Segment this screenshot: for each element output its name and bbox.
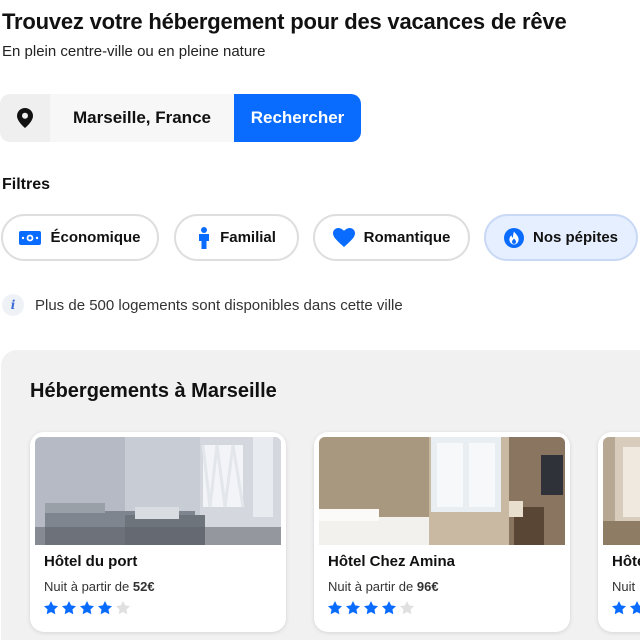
listing-name: Hôtel du port bbox=[44, 553, 138, 570]
filter-chip-label: Romantique bbox=[363, 229, 451, 246]
listing-name: Hôtel Chez Amina bbox=[328, 553, 455, 570]
star-filled-icon bbox=[630, 601, 640, 615]
info-icon: i bbox=[2, 294, 24, 316]
star-filled-icon bbox=[612, 601, 626, 615]
listing-photo bbox=[35, 437, 281, 545]
listing-photo bbox=[319, 437, 565, 545]
filter-chip-familial[interactable]: Familial bbox=[174, 214, 299, 261]
page-subtitle: En plein centre-ville ou en pleine natur… bbox=[2, 43, 266, 60]
filter-chip-nos-pepites[interactable]: Nos pépites bbox=[484, 214, 638, 261]
filter-chip-romantique[interactable]: Romantique bbox=[313, 214, 470, 261]
money-icon bbox=[19, 230, 42, 246]
listing-rating bbox=[611, 600, 640, 616]
person-icon bbox=[197, 226, 211, 249]
listing-name: Hôtel bbox=[612, 553, 640, 570]
star-filled-icon bbox=[328, 601, 342, 615]
listing-price: Nuit à partir de 52€ bbox=[44, 579, 155, 594]
star-filled-icon bbox=[364, 601, 378, 615]
listing-card-hotel-chez-amina[interactable]: Hôtel Chez Amina Nuit à partir de 96€ bbox=[314, 432, 570, 632]
listing-card-hotel-du-port[interactable]: Hôtel du port Nuit à partir de 52€ bbox=[30, 432, 286, 632]
star-filled-icon bbox=[80, 601, 94, 615]
star-filled-icon bbox=[382, 601, 396, 615]
star-empty-icon bbox=[116, 601, 130, 615]
filter-chip-economique[interactable]: Économique bbox=[1, 214, 159, 261]
location-pin-icon bbox=[0, 94, 50, 142]
listings-title: Hébergements à Marseille bbox=[30, 380, 277, 402]
listing-price: Nuit à partir de 96€ bbox=[328, 579, 439, 594]
listing-price-value: 52€ bbox=[132, 579, 155, 594]
star-filled-icon bbox=[62, 601, 76, 615]
availability-notice: i Plus de 500 logements sont disponibles… bbox=[2, 294, 403, 316]
heart-icon bbox=[332, 228, 355, 247]
star-filled-icon bbox=[346, 601, 360, 615]
star-filled-icon bbox=[98, 601, 112, 615]
availability-text: Plus de 500 logements sont disponibles d… bbox=[35, 296, 403, 314]
star-filled-icon bbox=[44, 601, 58, 615]
listing-price-prefix: Nuit à partir de bbox=[44, 579, 133, 594]
star-empty-icon bbox=[400, 601, 414, 615]
listing-price: Nuit bbox=[612, 579, 635, 594]
page-title: Trouvez votre hébergement pour des vacan… bbox=[2, 9, 567, 34]
listing-photo bbox=[603, 437, 640, 545]
destination-input[interactable] bbox=[50, 94, 234, 142]
filters-label: Filtres bbox=[2, 176, 51, 193]
filter-chip-label: Économique bbox=[50, 229, 141, 246]
listing-card-partial[interactable]: Hôtel Nuit bbox=[598, 432, 640, 632]
listing-price-value: 96€ bbox=[416, 579, 439, 594]
filter-chip-label: Nos pépites bbox=[532, 229, 619, 246]
listing-price-prefix: Nuit bbox=[612, 579, 636, 594]
flame-icon bbox=[503, 227, 524, 248]
listings-panel: Hébergements à Marseille Hôtel du port N… bbox=[1, 350, 640, 640]
listing-rating bbox=[43, 600, 131, 616]
search-button[interactable]: Rechercher bbox=[234, 94, 361, 142]
search-bar: Rechercher bbox=[0, 94, 361, 142]
listing-price-prefix: Nuit à partir de bbox=[328, 579, 417, 594]
filter-chip-label: Familial bbox=[220, 229, 276, 246]
listing-rating bbox=[327, 600, 415, 616]
